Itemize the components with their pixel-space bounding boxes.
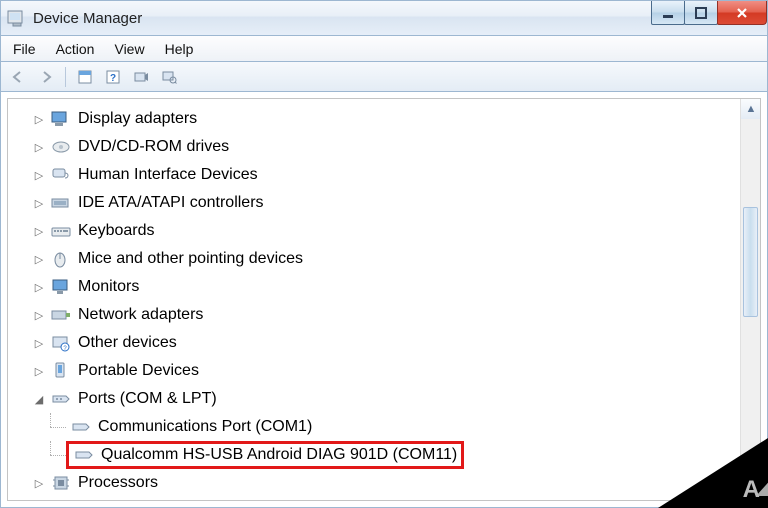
tree-item-com1[interactable]: Communications Port (COM1): [32, 413, 740, 441]
close-button[interactable]: [717, 1, 767, 25]
tree-item-ide[interactable]: ▷ IDE ATA/ATAPI controllers: [32, 189, 740, 217]
tree-item-label: DVD/CD-ROM drives: [78, 138, 229, 156]
show-hidden-button[interactable]: [158, 66, 180, 88]
scroll-thumb[interactable]: [743, 207, 758, 317]
expand-icon[interactable]: ▷: [32, 336, 46, 350]
help-button[interactable]: ?: [102, 66, 124, 88]
tree-item-monitors[interactable]: ▷ Monitors: [32, 273, 740, 301]
watermark-letter: A: [743, 476, 760, 504]
back-button[interactable]: [7, 66, 29, 88]
keyboard-icon: [50, 220, 72, 242]
maximize-button[interactable]: [684, 1, 718, 25]
expand-icon[interactable]: ▷: [32, 476, 46, 490]
tree-item-label: Network adapters: [78, 306, 203, 324]
client-area: ▷ Display adapters ▷ DVD/CD-ROM drives ▷…: [0, 92, 768, 508]
display-adapter-icon: [50, 108, 72, 130]
tree-item-label: Keyboards: [78, 222, 155, 240]
menu-bar: File Action View Help: [0, 36, 768, 62]
expand-icon[interactable]: ▷: [32, 308, 46, 322]
expand-icon[interactable]: ▷: [32, 252, 46, 266]
tree-item-label: Other devices: [78, 334, 177, 352]
tree-item-label: Display adapters: [78, 110, 197, 128]
tree-item-hid[interactable]: ▷ Human Interface Devices: [32, 161, 740, 189]
tree-item-label: Human Interface Devices: [78, 166, 258, 184]
properties-button[interactable]: [74, 66, 96, 88]
tree-item-label: IDE ATA/ATAPI controllers: [78, 194, 264, 212]
toolbar-separator: [65, 67, 66, 87]
scan-button[interactable]: [130, 66, 152, 88]
expand-icon[interactable]: ▷: [32, 364, 46, 378]
tree-item-display-adapters[interactable]: ▷ Display adapters: [32, 105, 740, 133]
tree-item-dvd[interactable]: ▷ DVD/CD-ROM drives: [32, 133, 740, 161]
menu-help[interactable]: Help: [157, 39, 202, 59]
expand-icon[interactable]: ▷: [32, 196, 46, 210]
expand-icon[interactable]: ▷: [32, 112, 46, 126]
other-devices-icon: ?: [50, 332, 72, 354]
com-port-icon: [73, 444, 95, 466]
ports-icon: [50, 388, 72, 410]
hid-icon: [50, 164, 72, 186]
expand-icon[interactable]: ▷: [32, 140, 46, 154]
expand-icon[interactable]: ▷: [32, 280, 46, 294]
minimize-button[interactable]: [651, 1, 685, 25]
disc-drive-icon: [50, 136, 72, 158]
menu-view[interactable]: View: [106, 39, 152, 59]
tree-item-label: Portable Devices: [78, 362, 199, 380]
menu-action[interactable]: Action: [48, 39, 103, 59]
toolbar: ?: [0, 62, 768, 92]
tree-item-mice[interactable]: ▷ Mice and other pointing devices: [32, 245, 740, 273]
mouse-icon: [50, 248, 72, 270]
scroll-up-button[interactable]: ▲: [741, 99, 761, 119]
tree-item-processors[interactable]: ▷ Processors: [32, 469, 740, 497]
svg-text:?: ?: [110, 73, 116, 84]
forward-button[interactable]: [35, 66, 57, 88]
tree-item-other[interactable]: ▷ ? Other devices: [32, 329, 740, 357]
monitor-icon: [50, 276, 72, 298]
tree-item-sound[interactable]: ▷ Sound, video and game controllers: [32, 497, 740, 501]
tree-item-label: Mice and other pointing devices: [78, 250, 303, 268]
device-tree[interactable]: ▷ Display adapters ▷ DVD/CD-ROM drives ▷…: [8, 99, 740, 500]
sound-icon: [50, 500, 72, 501]
tree-item-keyboards[interactable]: ▷ Keyboards: [32, 217, 740, 245]
tree-item-label: Ports (COM & LPT): [78, 390, 217, 408]
tree-item-ports[interactable]: ◢ Ports (COM & LPT): [32, 385, 740, 413]
network-adapter-icon: [50, 304, 72, 326]
title-bar: Device Manager: [0, 0, 768, 36]
expand-icon[interactable]: ▷: [32, 168, 46, 182]
tree-item-network[interactable]: ▷ Network adapters: [32, 301, 740, 329]
app-icon: [7, 8, 27, 28]
expand-icon[interactable]: ▷: [32, 224, 46, 238]
ide-controller-icon: [50, 192, 72, 214]
com-port-icon: [70, 416, 92, 438]
tree-item-label: Communications Port (COM1): [98, 418, 312, 436]
portable-device-icon: [50, 360, 72, 382]
tree-frame: ▷ Display adapters ▷ DVD/CD-ROM drives ▷…: [7, 98, 761, 501]
processor-icon: [50, 472, 72, 494]
menu-file[interactable]: File: [5, 39, 44, 59]
tree-item-label: Processors: [78, 474, 158, 492]
window-title: Device Manager: [33, 10, 142, 27]
tree-item-portable[interactable]: ▷ Portable Devices: [32, 357, 740, 385]
highlighted-device: Qualcomm HS-USB Android DIAG 901D (COM11…: [66, 441, 464, 469]
tree-item-label: Qualcomm HS-USB Android DIAG 901D (COM11…: [101, 446, 457, 464]
window-controls: [651, 1, 767, 25]
tree-item-qualcomm-diag[interactable]: Qualcomm HS-USB Android DIAG 901D (COM11…: [32, 441, 740, 469]
collapse-icon[interactable]: ◢: [32, 392, 46, 406]
tree-item-label: Monitors: [78, 278, 139, 296]
